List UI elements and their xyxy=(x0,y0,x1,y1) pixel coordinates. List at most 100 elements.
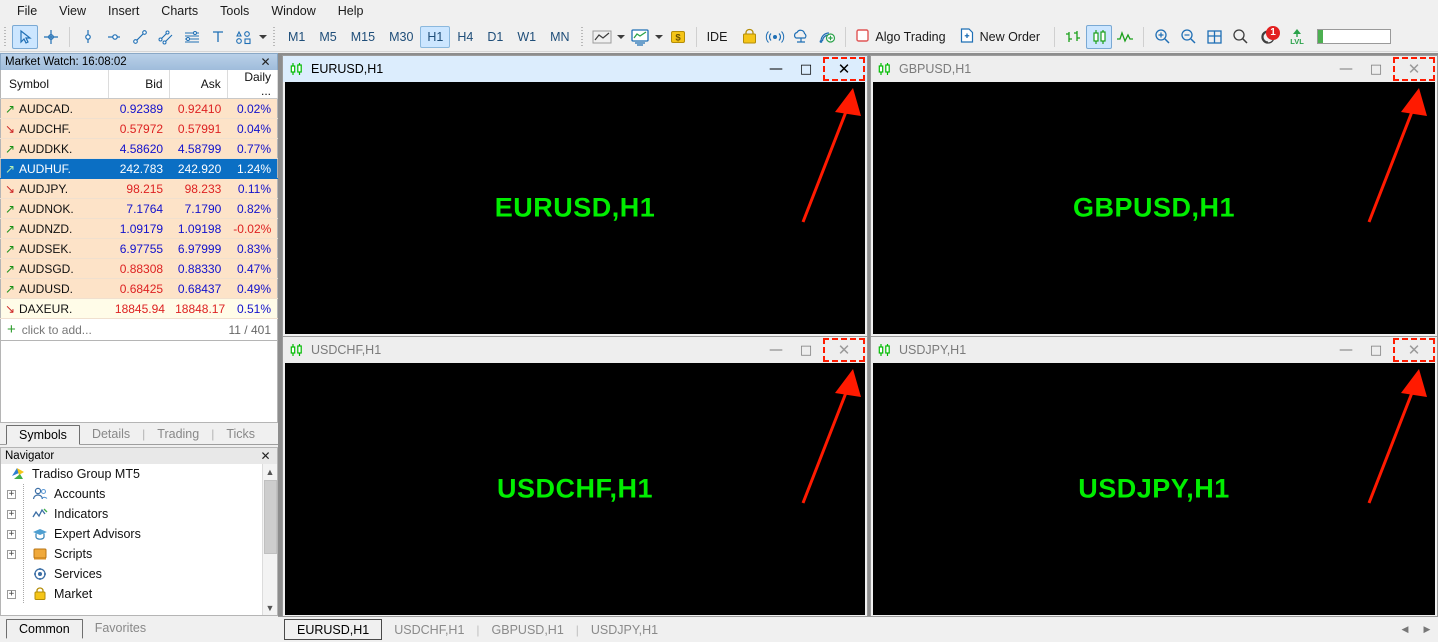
close-button[interactable]: ✕ xyxy=(1391,337,1437,363)
timeframe-h1[interactable]: H1 xyxy=(420,25,451,48)
tab-symbols[interactable]: Symbols xyxy=(6,425,80,445)
line-chart-icon[interactable] xyxy=(589,25,615,49)
zoom-out-icon[interactable] xyxy=(1175,25,1201,49)
chart-window-gbpusd[interactable]: GBPUSD,H1 — □ ✕ GBPUSD,H1 xyxy=(870,55,1438,337)
horizontal-line-icon[interactable] xyxy=(101,25,127,49)
scroll-down-icon[interactable]: ▼ xyxy=(263,600,278,615)
chart-window-usdjpy[interactable]: USDJPY,H1 — □ ✕ USDJPY,H1 xyxy=(870,336,1438,618)
cursor-icon[interactable] xyxy=(12,24,38,49)
toolbar-grip-2[interactable] xyxy=(272,26,278,47)
maximize-button[interactable]: □ xyxy=(1361,338,1391,362)
signals-icon[interactable] xyxy=(762,25,788,49)
close-button[interactable]: ✕ xyxy=(821,56,867,82)
tab-trading[interactable]: Trading xyxy=(145,424,211,444)
chart-window-eurusd[interactable]: EURUSD,H1 — □ ✕ EURUSD,H1 xyxy=(282,55,868,337)
tab-details[interactable]: Details xyxy=(80,424,142,444)
bar-chart-icon[interactable] xyxy=(1060,25,1086,49)
table-row[interactable]: ↘ AUDCHF. 0.57972 0.57991 0.04% xyxy=(0,118,278,139)
expand-plus-icon[interactable]: + xyxy=(7,529,16,539)
navigator-item-services[interactable]: Services xyxy=(1,564,277,584)
menu-help[interactable]: Help xyxy=(327,1,375,22)
timeframe-m1[interactable]: M1 xyxy=(281,26,312,48)
column-header-bid[interactable]: Bid xyxy=(108,70,170,99)
timeframe-w1[interactable]: W1 xyxy=(510,26,543,48)
scroll-left-icon[interactable]: ◀ xyxy=(1394,619,1416,641)
minimize-button[interactable]: — xyxy=(761,57,791,81)
line-mode-icon[interactable] xyxy=(1112,25,1138,49)
algo-trading-button[interactable]: Algo Trading xyxy=(851,25,954,49)
navigator-root-item[interactable]: Tradiso Group MT5 xyxy=(1,464,277,484)
table-row[interactable]: ↘ DAXEUR. 18845.94 18848.17 0.51% xyxy=(0,298,278,319)
text-label-icon[interactable] xyxy=(205,25,231,49)
candlestick-icon[interactable] xyxy=(1086,24,1113,49)
column-header-ask[interactable]: Ask xyxy=(169,70,228,99)
vertical-line-icon[interactable] xyxy=(75,25,101,49)
vps-icon[interactable] xyxy=(814,25,840,49)
chart-tab-usdjpy[interactable]: USDJPY,H1 xyxy=(579,619,670,640)
table-row[interactable]: ↘ AUDJPY. 98.215 98.233 0.11% xyxy=(0,178,278,199)
chart-window-usdchf[interactable]: USDCHF,H1 — □ ✕ USDCHF,H1 xyxy=(282,336,868,618)
cloud-icon[interactable] xyxy=(788,25,814,49)
table-row[interactable]: ↗ AUDCAD. 0.92389 0.92410 0.02% xyxy=(0,98,278,119)
scroll-right-icon[interactable]: ▶ xyxy=(1416,619,1438,641)
chart-canvas-usdchf[interactable]: USDCHF,H1 xyxy=(285,363,865,615)
fibonacci-icon[interactable] xyxy=(179,25,205,49)
chart-titlebar-eurusd[interactable]: EURUSD,H1 — □ ✕ xyxy=(283,56,867,82)
indicators-icon[interactable] xyxy=(627,25,653,49)
chart-tab-eurusd[interactable]: EURUSD,H1 xyxy=(284,619,383,640)
expand-plus-icon[interactable]: + xyxy=(7,549,16,559)
timeframe-h4[interactable]: H4 xyxy=(450,26,480,48)
table-row[interactable]: ↗ AUDSGD. 0.88308 0.88330 0.47% xyxy=(0,258,278,279)
minimize-button[interactable]: — xyxy=(1331,338,1361,362)
maximize-button[interactable]: □ xyxy=(791,57,821,81)
tab-common[interactable]: Common xyxy=(6,619,83,639)
chart-tab-gbpusd[interactable]: GBPUSD,H1 xyxy=(480,619,576,640)
chart-titlebar-usdchf[interactable]: USDCHF,H1 — □ ✕ xyxy=(283,337,867,363)
tab-favorites[interactable]: Favorites xyxy=(83,618,158,638)
scroll-up-icon[interactable]: ▲ xyxy=(263,464,278,479)
navigator-item-scripts[interactable]: + Scripts xyxy=(1,544,277,564)
timeframe-d1[interactable]: D1 xyxy=(480,26,510,48)
timeframe-m15[interactable]: M15 xyxy=(344,26,382,48)
indicators-chevron-down-icon[interactable] xyxy=(653,25,665,49)
navigator-scrollbar[interactable]: ▲ ▼ xyxy=(262,464,277,615)
tile-windows-icon[interactable] xyxy=(1201,25,1227,49)
navigator-item-accounts[interactable]: + Accounts xyxy=(1,484,277,504)
maximize-button[interactable]: □ xyxy=(791,338,821,362)
scrollbar-thumb[interactable] xyxy=(263,480,277,554)
close-button[interactable]: ✕ xyxy=(1391,56,1437,82)
menu-view[interactable]: View xyxy=(48,1,97,22)
market-icon[interactable] xyxy=(736,25,762,49)
timeframe-m5[interactable]: M5 xyxy=(312,26,343,48)
new-order-button[interactable]: New Order xyxy=(955,25,1049,49)
menu-insert[interactable]: Insert xyxy=(97,1,150,22)
minimize-button[interactable]: — xyxy=(1331,57,1361,81)
table-row[interactable]: ↗ AUDDKK. 4.58620 4.58799 0.77% xyxy=(0,138,278,159)
shapes-icon[interactable] xyxy=(231,25,257,49)
chart-titlebar-usdjpy[interactable]: USDJPY,H1 — □ ✕ xyxy=(871,337,1437,363)
market-watch-close-icon[interactable]: ✕ xyxy=(258,55,273,70)
table-row[interactable]: ↗ AUDNZD. 1.09179 1.09198 -0.02% xyxy=(0,218,278,239)
minimize-button[interactable]: — xyxy=(761,338,791,362)
expand-plus-icon[interactable]: + xyxy=(7,489,16,499)
navigator-item-indicators[interactable]: + Indicators xyxy=(1,504,277,524)
tab-ticks[interactable]: Ticks xyxy=(214,424,267,444)
notifications-icon[interactable]: 1 xyxy=(1253,25,1283,49)
chart-tab-usdchf[interactable]: USDCHF,H1 xyxy=(382,619,476,640)
lvl-icon[interactable]: LVL xyxy=(1283,25,1311,49)
navigator-item-expert-advisors[interactable]: + Expert Advisors xyxy=(1,524,277,544)
zoom-in-icon[interactable] xyxy=(1149,25,1175,49)
table-row-selected[interactable]: ↗ AUDHUF. 242.783 242.920 1.24% xyxy=(0,158,278,179)
search-icon[interactable] xyxy=(1227,25,1253,49)
close-button[interactable]: ✕ xyxy=(821,337,867,363)
table-row[interactable]: ↗ AUDNOK. 7.1764 7.1790 0.82% xyxy=(0,198,278,219)
toolbar-grip-3[interactable] xyxy=(579,26,586,47)
column-header-daily[interactable]: Daily ... xyxy=(227,70,279,99)
expand-plus-icon[interactable]: + xyxy=(7,589,16,599)
menu-file[interactable]: File xyxy=(6,1,48,22)
column-header-symbol[interactable]: Symbol xyxy=(0,70,110,99)
navigator-close-icon[interactable]: ✕ xyxy=(258,449,273,464)
dollar-icon[interactable]: $ xyxy=(665,25,691,49)
menu-charts[interactable]: Charts xyxy=(150,1,209,22)
table-row[interactable]: ↗ AUDUSD. 0.68425 0.68437 0.49% xyxy=(0,278,278,299)
